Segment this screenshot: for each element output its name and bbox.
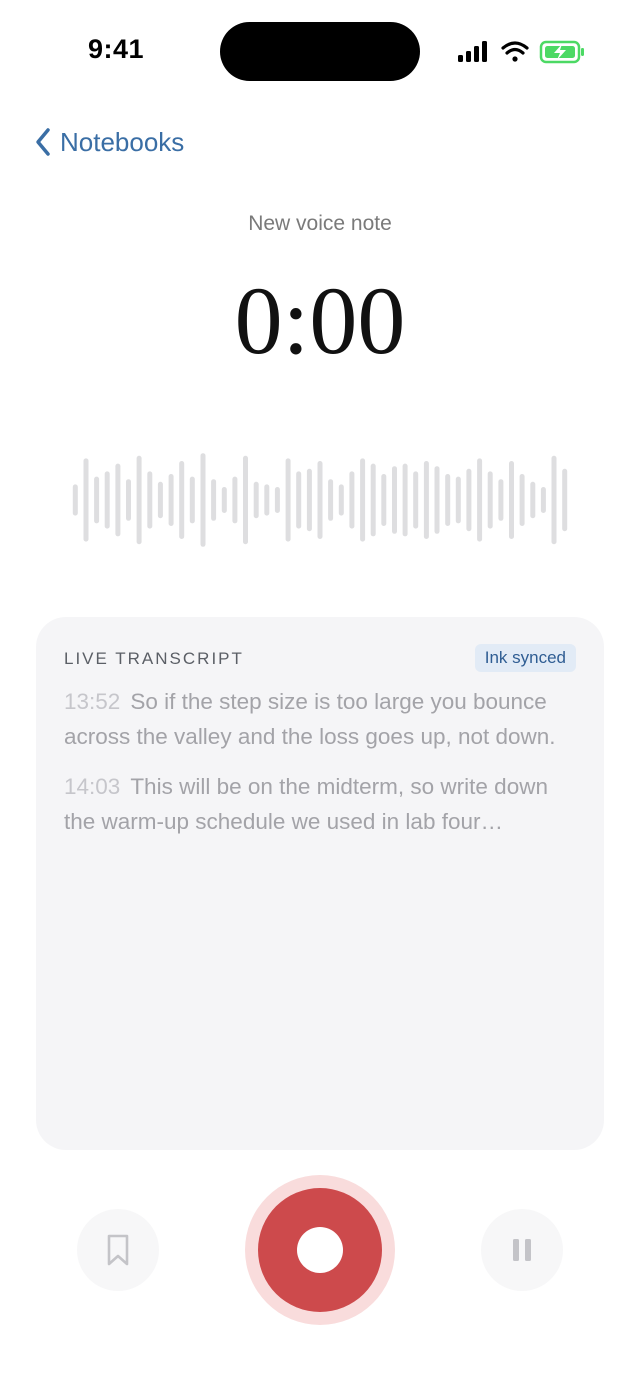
transcript-entry: 13:52 So if the step size is too large yo… <box>64 685 584 754</box>
transcript-entries: 13:52 So if the step size is too large yo… <box>64 685 584 855</box>
back-label: Notebooks <box>60 126 185 157</box>
pause-button[interactable] <box>481 1209 563 1291</box>
waveform-bar <box>232 476 238 524</box>
waveform-bar <box>147 471 153 529</box>
battery-charging-icon <box>539 40 584 64</box>
pause-icon <box>513 1239 531 1261</box>
recording-controls <box>0 1170 640 1330</box>
live-transcript-panel: LIVE TRANSCRIPT Ink synced 13:52 So if th… <box>36 617 604 1150</box>
transcript-text: This will be on the midterm, so write do… <box>64 774 548 834</box>
transcript-text: So if the step size is too large you bou… <box>64 689 556 749</box>
waveform-bar <box>243 455 248 545</box>
waveform-bar <box>530 481 536 519</box>
waveform-bar <box>136 455 142 545</box>
note-title: New voice note <box>248 212 392 235</box>
audio-waveform <box>72 453 568 547</box>
waveform-bar <box>296 471 302 529</box>
waveform-bar <box>519 474 525 526</box>
waveform-bar <box>540 487 546 513</box>
waveform-bar <box>455 476 461 524</box>
transcript-header: LIVE TRANSCRIPT <box>64 649 244 668</box>
waveform-bar <box>200 453 206 547</box>
waveform-bar <box>551 455 557 545</box>
waveform-bar <box>392 466 397 534</box>
waveform-bar <box>189 476 195 524</box>
waveform-bar <box>434 466 440 534</box>
waveform-bar <box>306 468 312 532</box>
waveform-bar <box>402 463 408 537</box>
waveform-bar <box>104 471 110 529</box>
waveform-bar <box>328 479 334 521</box>
waveform-bar <box>253 481 259 519</box>
waveform-bar <box>168 474 174 526</box>
waveform-bar <box>72 484 78 516</box>
waveform-bar <box>466 468 472 532</box>
waveform-bar <box>126 479 131 521</box>
back-button[interactable]: Notebooks <box>34 122 184 162</box>
waveform-bar <box>477 458 483 542</box>
waveform-bar <box>370 463 376 537</box>
transcript-timestamp: 14:03 <box>64 774 121 799</box>
bookmark-button[interactable] <box>77 1209 159 1291</box>
chevron-left-icon <box>36 128 50 156</box>
transcript-entry: 14:03 This will be on the midterm, so wri… <box>64 770 584 839</box>
waveform-bar <box>445 474 451 526</box>
waveform-bar <box>498 479 504 521</box>
sync-status-badge: Ink synced <box>474 644 576 672</box>
waveform-bar <box>221 487 227 513</box>
waveform-bar <box>179 461 185 539</box>
record-button[interactable] <box>258 1188 382 1312</box>
waveform-bar <box>381 474 387 526</box>
cellular-signal-icon <box>458 41 487 62</box>
waveform-bar <box>264 484 270 516</box>
bookmark-icon <box>107 1234 129 1266</box>
waveform-bar <box>317 461 323 539</box>
waveform-bar <box>157 481 163 519</box>
status-bar: 9:41 <box>0 0 640 100</box>
waveform-bar <box>338 484 344 516</box>
record-icon <box>297 1227 343 1273</box>
waveform-bar <box>94 476 100 524</box>
waveform-bar <box>349 471 355 529</box>
transcript-timestamp: 13:52 <box>64 689 121 714</box>
waveform-bar <box>115 463 121 537</box>
waveform-bar <box>274 487 280 513</box>
waveform-bar <box>211 479 217 521</box>
waveform-bar <box>423 461 429 539</box>
waveform-bar <box>360 458 366 542</box>
waveform-bar <box>562 468 568 532</box>
waveform-bar <box>509 461 514 539</box>
waveform-bar <box>285 458 291 542</box>
status-icons <box>458 40 584 64</box>
waveform-bar <box>83 458 89 542</box>
elapsed-timer: 0:00 <box>234 267 406 374</box>
wifi-icon <box>501 41 529 62</box>
status-time: 9:41 <box>88 34 145 64</box>
dynamic-island <box>220 22 420 81</box>
waveform-bar <box>487 471 493 529</box>
waveform-bar <box>413 471 419 529</box>
